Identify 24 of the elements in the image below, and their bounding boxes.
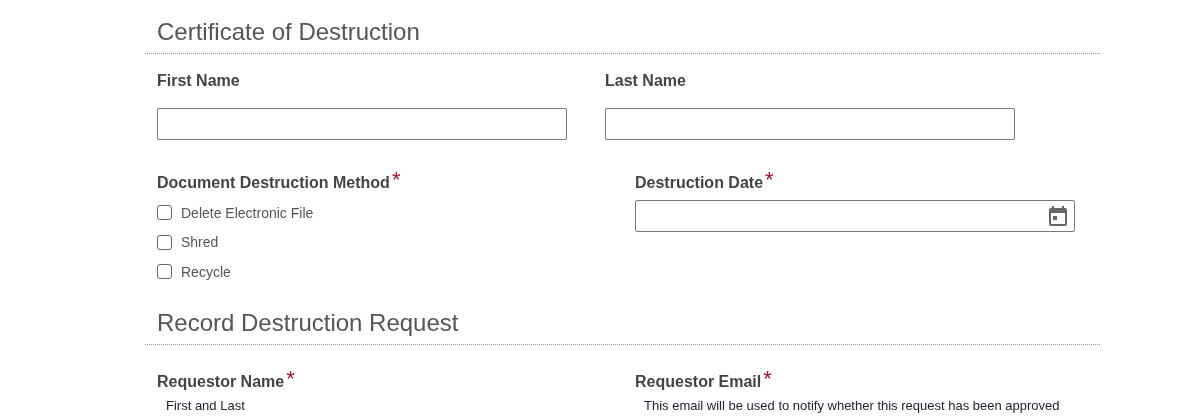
- required-asterisk: *: [765, 173, 774, 187]
- checkbox[interactable]: [157, 205, 172, 221]
- field-label: Requestor Email: [635, 371, 762, 391]
- field-hint: First and Last: [166, 397, 246, 413]
- section-title: Record Destruction Request: [156, 307, 460, 338]
- field-label: Last Name: [605, 71, 686, 90]
- date-field[interactable]: [635, 200, 1075, 232]
- required-asterisk: *: [286, 371, 295, 386]
- checkbox-label[interactable]: Recycle: [181, 263, 231, 280]
- required-asterisk: *: [763, 371, 772, 386]
- field-label: Requestor Name: [157, 371, 285, 391]
- checkbox[interactable]: [157, 234, 172, 250]
- checkbox-label[interactable]: Delete Electronic File: [181, 204, 314, 221]
- checkbox[interactable]: [157, 264, 172, 280]
- field-label: Document Destruction Method: [157, 173, 390, 192]
- required-asterisk: *: [391, 173, 401, 187]
- checkbox-label[interactable]: Shred: [181, 234, 219, 251]
- field-label: Destruction Date: [635, 173, 764, 192]
- calendar-icon[interactable]: [1048, 205, 1068, 227]
- text-field[interactable]: [157, 108, 567, 140]
- text-field[interactable]: [605, 108, 1015, 140]
- section-title: Certificate of Destruction: [156, 17, 421, 47]
- field-hint: This email will be used to notify whether this request has been approved: [644, 397, 1061, 413]
- field-label: First Name: [157, 71, 240, 90]
